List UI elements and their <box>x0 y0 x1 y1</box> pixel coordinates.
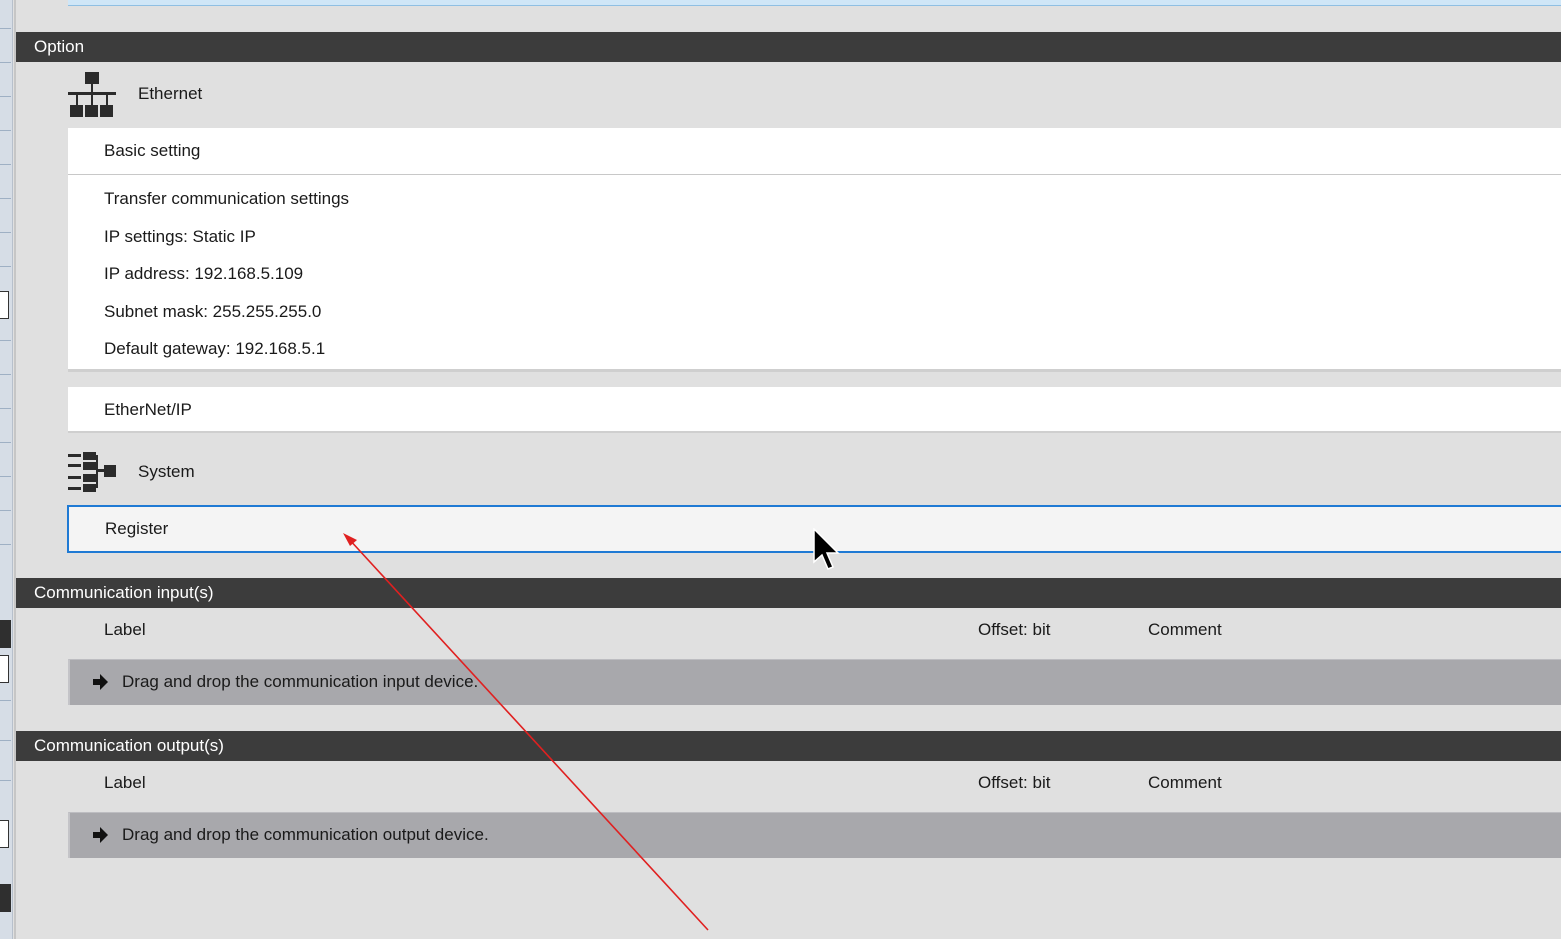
divider <box>0 408 11 409</box>
divider <box>0 780 11 781</box>
arrow-right-icon <box>93 674 108 690</box>
left-panel-field[interactable] <box>0 820 9 848</box>
left-panel-header <box>0 620 11 648</box>
left-panel-edge <box>0 0 13 939</box>
column-comment[interactable]: Comment <box>1148 608 1222 652</box>
ethernet-label: Ethernet <box>138 84 203 103</box>
comm-inputs-header[interactable]: Communication input(s) <box>16 578 1561 608</box>
left-panel-field[interactable] <box>0 291 9 319</box>
network-icon <box>68 72 116 117</box>
left-panel-header <box>0 884 11 912</box>
column-offset[interactable]: Offset: bit <box>978 608 1050 652</box>
system-group[interactable]: System <box>68 442 1561 502</box>
drop-hint: Drag and drop the communication output d… <box>122 825 489 844</box>
drop-hint: Drag and drop the communication input de… <box>122 672 479 691</box>
comm-output-drop-zone[interactable]: Drag and drop the communication output d… <box>68 812 1561 858</box>
ethernet-details[interactable]: Transfer communication settings IP setti… <box>68 174 1561 372</box>
comm-outputs-header[interactable]: Communication output(s) <box>16 731 1561 761</box>
comm-outputs-columns: Label Offset: bit Comment <box>68 761 1561 805</box>
previous-field[interactable] <box>68 0 1561 6</box>
divider <box>0 476 11 477</box>
divider <box>0 96 11 97</box>
ethernet-ip-row[interactable]: EtherNet/IP <box>68 387 1561 433</box>
divider <box>0 340 11 341</box>
option-header[interactable]: Option <box>16 32 1561 62</box>
comm-input-drop-zone[interactable]: Drag and drop the communication input de… <box>68 659 1561 705</box>
ethernet-group[interactable]: Ethernet <box>68 64 1561 124</box>
divider <box>0 164 11 165</box>
column-label[interactable]: Label <box>104 608 146 652</box>
detail-line: IP settings: Static IP <box>104 226 256 246</box>
column-comment[interactable]: Comment <box>1148 761 1222 805</box>
divider <box>0 28 11 29</box>
left-panel-field[interactable] <box>0 655 9 683</box>
column-label[interactable]: Label <box>104 761 146 805</box>
divider <box>0 62 11 63</box>
divider <box>0 198 11 199</box>
divider <box>0 510 11 511</box>
column-offset[interactable]: Offset: bit <box>978 761 1050 805</box>
divider <box>0 740 11 741</box>
previous-section <box>16 0 1561 32</box>
divider <box>0 232 11 233</box>
splitter[interactable] <box>14 0 16 939</box>
divider <box>0 442 11 443</box>
basic-setting-row[interactable]: Basic setting <box>68 128 1561 174</box>
system-label: System <box>138 462 195 481</box>
divider <box>0 544 11 545</box>
divider <box>0 374 11 375</box>
detail-line: Transfer communication settings <box>104 189 350 208</box>
detail-line: Subnet mask: 255.255.255.0 <box>104 301 322 321</box>
detail-line: IP address: 192.168.5.109 <box>104 264 304 283</box>
divider <box>0 700 11 701</box>
comm-inputs-columns: Label Offset: bit Comment <box>68 608 1561 652</box>
divider <box>0 266 11 267</box>
detail-line: Default gateway: 192.168.5.1 <box>104 339 326 358</box>
system-tree-icon <box>68 452 116 492</box>
divider <box>0 130 11 131</box>
arrow-right-icon <box>93 827 108 843</box>
mouse-cursor-icon <box>813 528 840 570</box>
